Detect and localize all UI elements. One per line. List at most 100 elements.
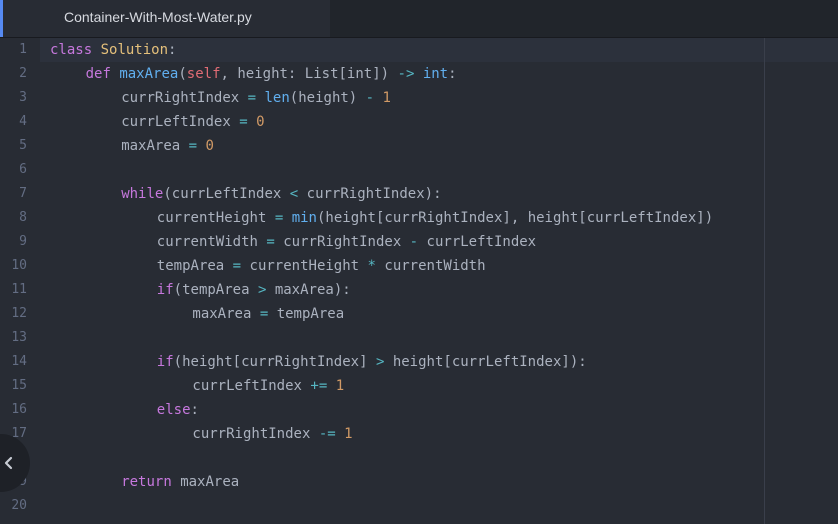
code-token: min — [291, 210, 317, 226]
code-token: height[currLeftIndex]): — [384, 354, 587, 370]
code-token: : — [168, 42, 177, 58]
code-line[interactable]: currRightIndex = len(height) - 1 — [121, 86, 391, 110]
line-number: 5 — [19, 138, 27, 153]
code-line[interactable]: if(height[currRightIndex] > height[currL… — [157, 350, 587, 374]
line-number: 6 — [19, 162, 27, 177]
code-token: ( — [178, 66, 187, 82]
line-number: 16 — [11, 402, 27, 417]
code-token: self — [186, 66, 221, 82]
code-token: else — [156, 402, 191, 418]
code-token: maxArea): — [266, 282, 351, 298]
tab-title: Container-With-Most-Water.py — [64, 9, 252, 25]
code-token: tempArea — [268, 306, 345, 322]
code-token: tempArea — [156, 258, 233, 274]
code-token: Solution — [100, 42, 169, 58]
code-line[interactable]: else: — [157, 398, 199, 422]
code-line[interactable]: currLeftIndex = 0 — [121, 110, 264, 134]
code-token: (height) — [289, 90, 366, 106]
code-token: len — [264, 90, 290, 106]
code-line[interactable]: currRightIndex -= 1 — [192, 422, 352, 446]
code-token: currentWidth — [156, 234, 267, 250]
line-number: 12 — [11, 306, 27, 321]
wrap-guide — [764, 38, 765, 524]
code-token: maxArea — [119, 66, 179, 82]
code-token: (height[currRightIndex], height[currLeft… — [316, 210, 714, 226]
code-token: * — [367, 258, 376, 274]
code-token: maxArea — [121, 138, 189, 154]
code-token: while — [121, 186, 164, 202]
code-editor[interactable]: Container-With-Most-Water.py 1 2 3 4 5 6 7 8 9 10… — [0, 0, 838, 524]
line-number: 20 — [11, 498, 27, 513]
line-number: 7 — [19, 186, 27, 201]
code-line[interactable]: while(currLeftIndex < currRightIndex): — [121, 182, 441, 206]
code-token: , height: List[int]) — [220, 66, 398, 82]
line-number: 3 — [19, 90, 27, 105]
code-token: maxArea — [192, 306, 260, 322]
code-token: = — [232, 258, 242, 274]
line-number: 11 — [11, 282, 27, 297]
code-line[interactable]: maxArea = tempArea — [192, 302, 344, 326]
code-token: currRightIndex — [121, 90, 248, 106]
code-token: currentWidth — [375, 258, 486, 274]
line-number: 9 — [19, 234, 27, 249]
chevron-left-icon[interactable] — [0, 454, 18, 472]
code-token: int — [422, 66, 449, 82]
code-token: = — [259, 306, 269, 322]
code-line[interactable]: currLeftIndex += 1 — [192, 374, 344, 398]
code-token: currLeftIndex — [121, 114, 240, 130]
code-token: currRightIndex — [274, 234, 410, 250]
code-token: = — [266, 234, 275, 250]
code-line[interactable]: maxArea = 0 — [121, 134, 214, 158]
line-number: 4 — [19, 114, 27, 129]
code-token: 0 — [256, 114, 265, 130]
code-token: if — [156, 354, 174, 370]
code-token: = — [188, 138, 198, 154]
code-token: : — [448, 66, 457, 82]
code-token: 1 — [335, 378, 345, 394]
code-token: -> — [397, 66, 415, 82]
code-token: = — [247, 90, 257, 106]
code-token: class — [50, 42, 93, 58]
code-line[interactable]: if(tempArea > maxArea): — [157, 278, 351, 302]
code-token: 0 — [205, 138, 214, 154]
code-token: -= — [318, 426, 336, 442]
code-token: = — [239, 114, 248, 130]
line-number: 8 — [19, 210, 27, 225]
code-token: currRightIndex — [192, 426, 319, 442]
line-number: 10 — [11, 258, 27, 273]
line-number: 2 — [19, 66, 27, 81]
code-line[interactable]: class Solution: — [50, 38, 176, 62]
line-number: 15 — [11, 378, 27, 393]
line-number: 1 — [19, 42, 27, 57]
code-token: currLeftIndex — [418, 234, 537, 250]
code-token: += — [310, 378, 328, 394]
code-line[interactable]: currentHeight = min(height[currRightInde… — [157, 206, 713, 230]
code-token: (height[currRightIndex] — [173, 354, 376, 370]
tab-bar: Container-With-Most-Water.py — [0, 0, 838, 38]
code-line[interactable]: return maxArea — [121, 470, 239, 494]
code-token: : — [190, 402, 199, 418]
code-token: < — [289, 186, 299, 202]
code-token: if — [156, 282, 174, 298]
code-line[interactable]: def maxArea(self, height: List[int]) -> … — [86, 62, 457, 86]
tab-file[interactable]: Container-With-Most-Water.py — [0, 0, 330, 37]
code-token: currLeftIndex — [192, 378, 311, 394]
code-token: = — [274, 210, 284, 226]
code-token: - — [365, 90, 375, 106]
line-number: 14 — [11, 354, 27, 369]
code-line[interactable]: currentWidth = currRightIndex - currLeft… — [157, 230, 536, 254]
code-token: 1 — [344, 426, 353, 442]
code-token: - — [409, 234, 419, 250]
code-token: return — [121, 474, 172, 490]
code-token: currentHeight — [156, 210, 275, 226]
code-token: currentHeight — [241, 258, 368, 274]
code-token: currRightIndex): — [298, 186, 442, 202]
code-line[interactable]: tempArea = currentHeight * currentWidth — [157, 254, 486, 278]
